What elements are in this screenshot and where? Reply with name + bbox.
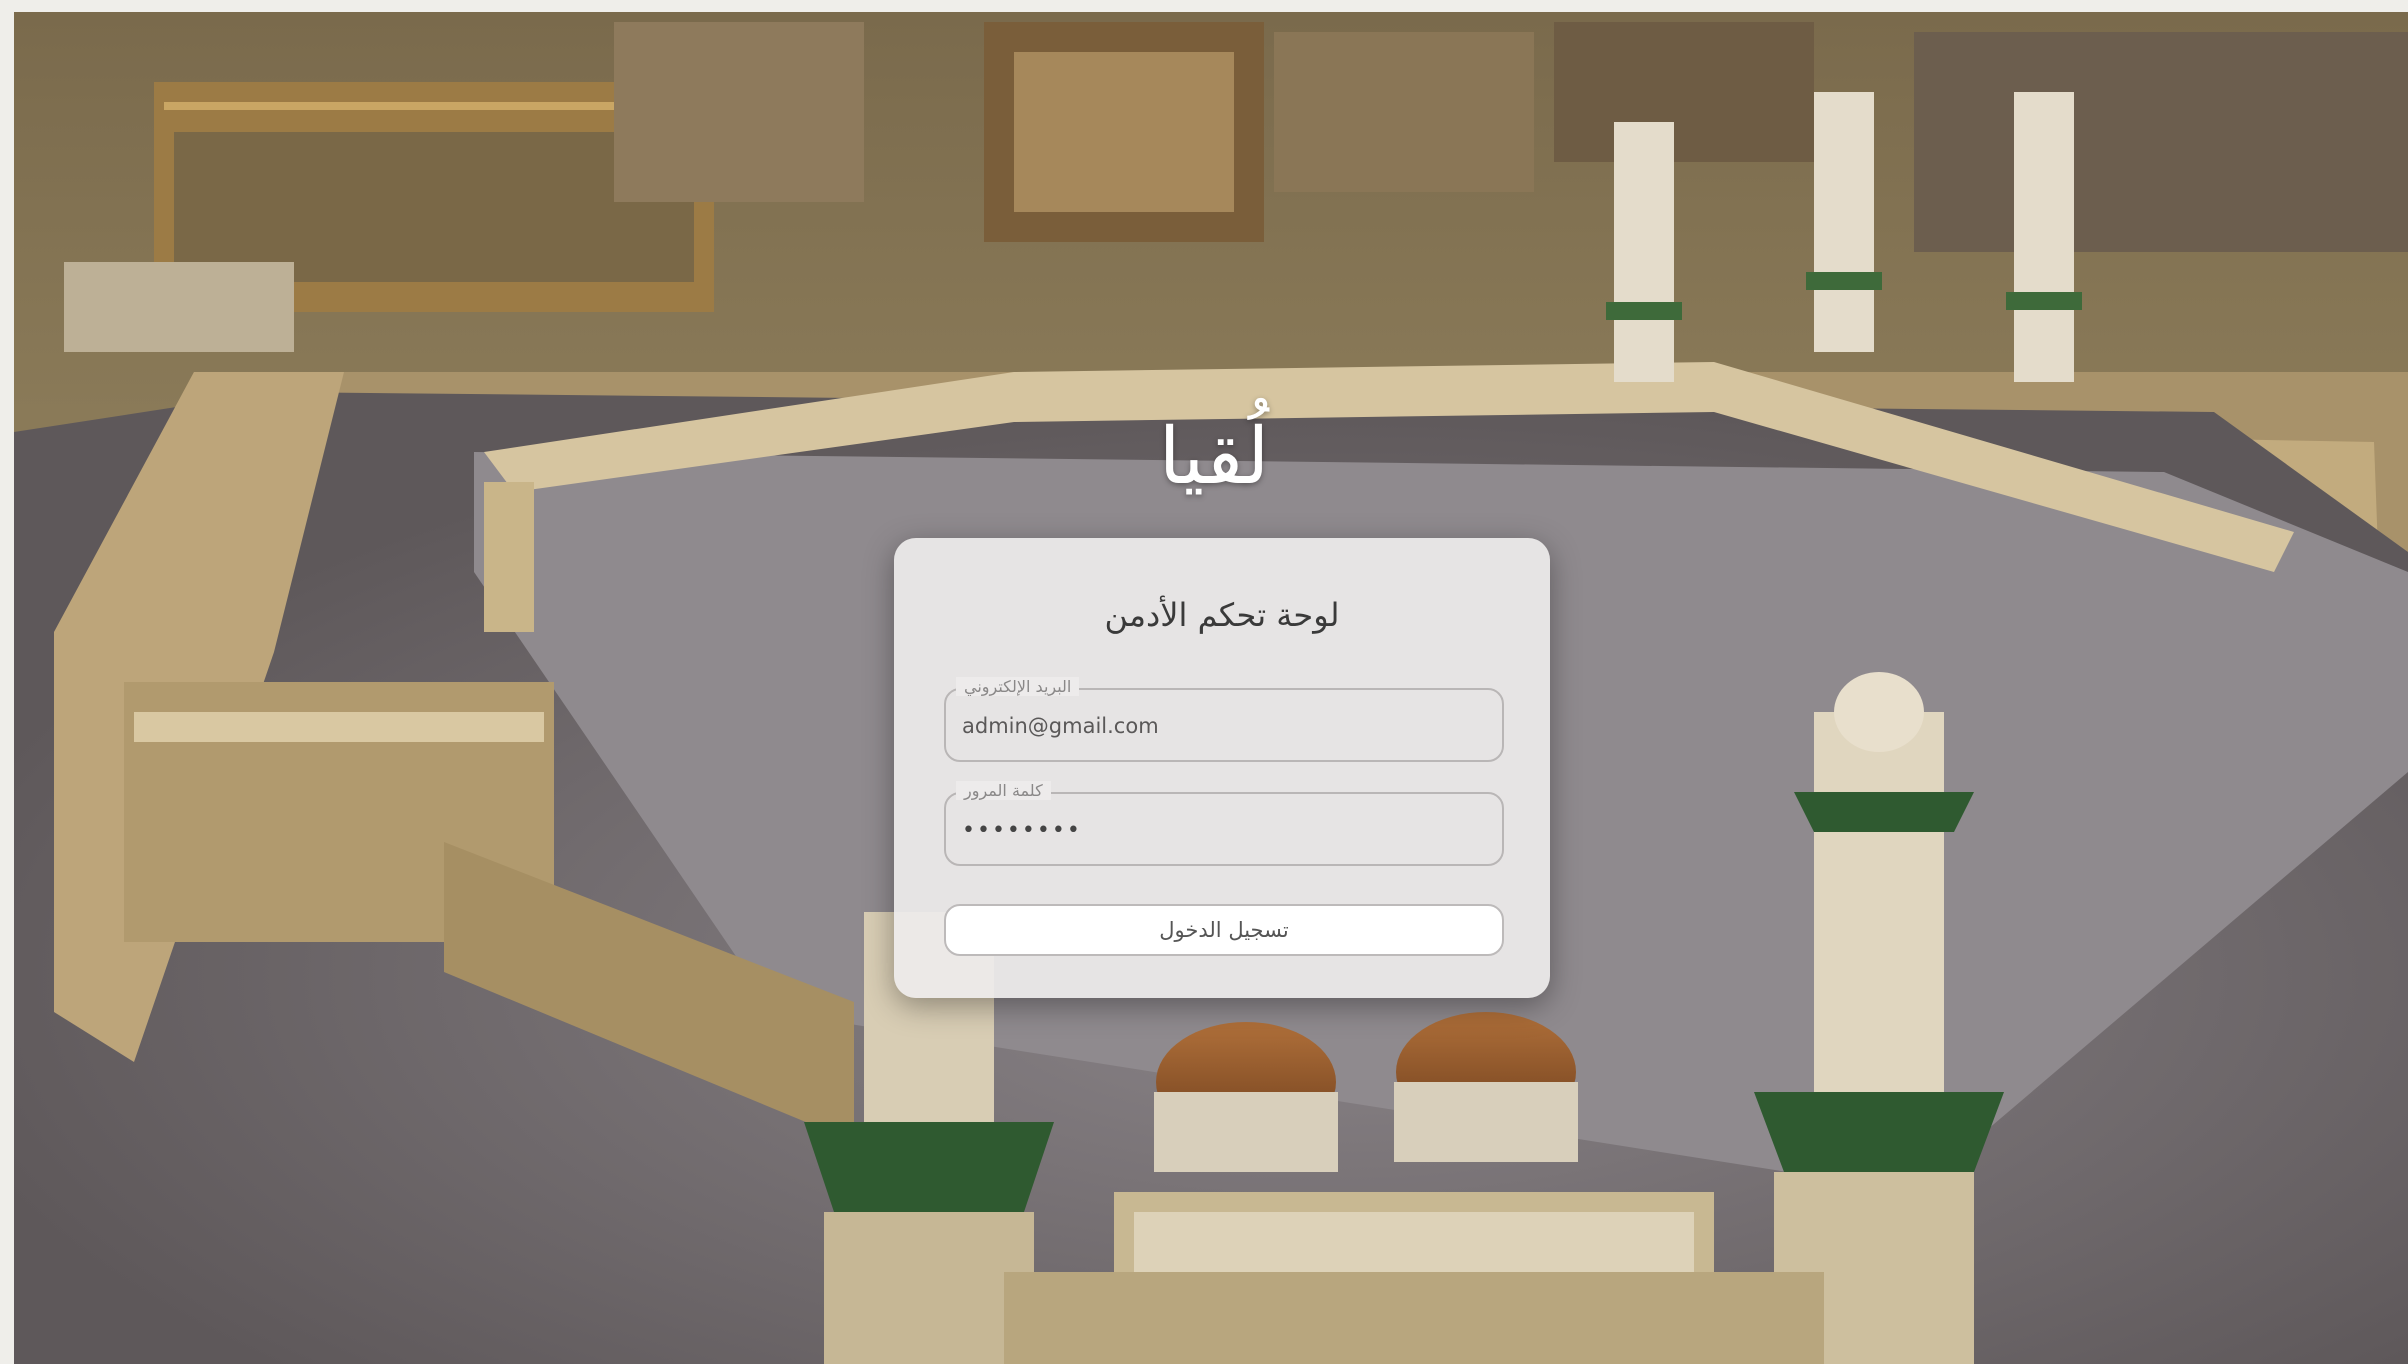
login-screen: لُقيا لوحة تحكم الأدمن البريد الإلكتروني… bbox=[14, 12, 2408, 1364]
brand-logo: لُقيا bbox=[1158, 412, 1270, 502]
login-button[interactable]: تسجيل الدخول bbox=[944, 904, 1504, 956]
email-input[interactable] bbox=[960, 704, 1484, 748]
password-label: كلمة المرور bbox=[956, 781, 1051, 800]
email-field[interactable]: البريد الإلكتروني bbox=[944, 677, 1504, 762]
login-card: لوحة تحكم الأدمن البريد الإلكتروني كلمة … bbox=[894, 538, 1550, 998]
password-input[interactable] bbox=[960, 808, 1484, 852]
page-title: لوحة تحكم الأدمن bbox=[1104, 596, 1340, 634]
email-label: البريد الإلكتروني bbox=[956, 677, 1080, 696]
password-field[interactable]: كلمة المرور bbox=[944, 781, 1504, 866]
